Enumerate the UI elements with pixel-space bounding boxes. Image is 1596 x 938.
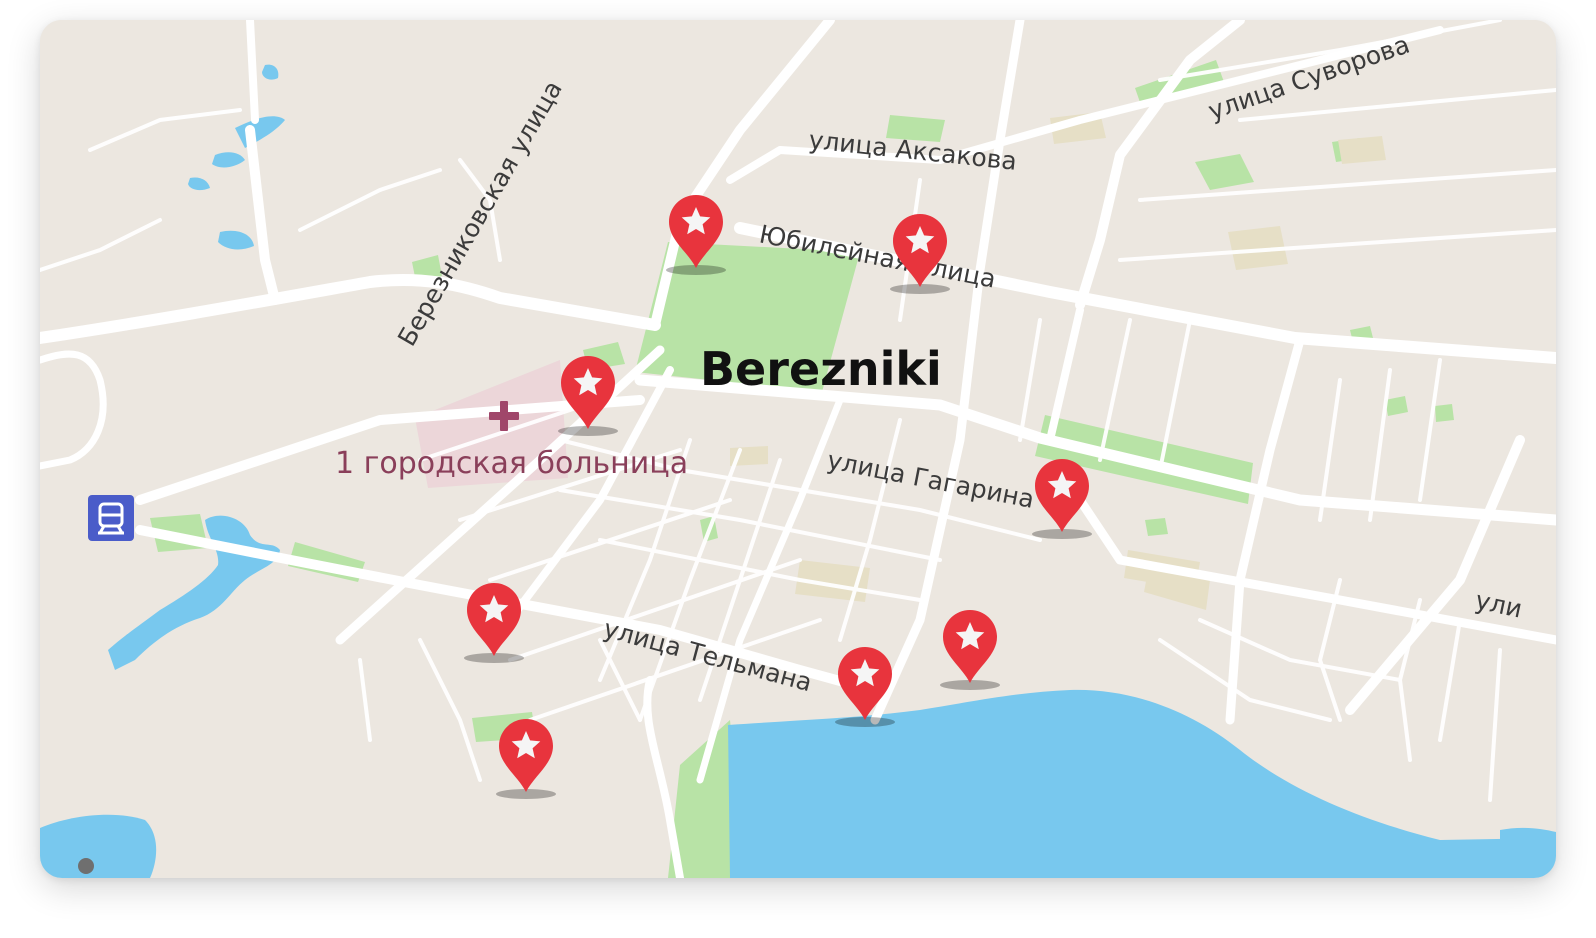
pond-sw xyxy=(40,814,157,878)
hospital-label: 1 городская больница xyxy=(335,446,688,481)
map-corner-dot xyxy=(78,858,94,874)
train-station-marker[interactable] xyxy=(88,495,134,541)
map-card[interactable]: Березниковская улица улица Аксакова улиц… xyxy=(40,20,1556,878)
city-label: Berezniki xyxy=(700,342,942,396)
map-canvas[interactable]: Березниковская улица улица Аксакова улиц… xyxy=(40,20,1556,878)
